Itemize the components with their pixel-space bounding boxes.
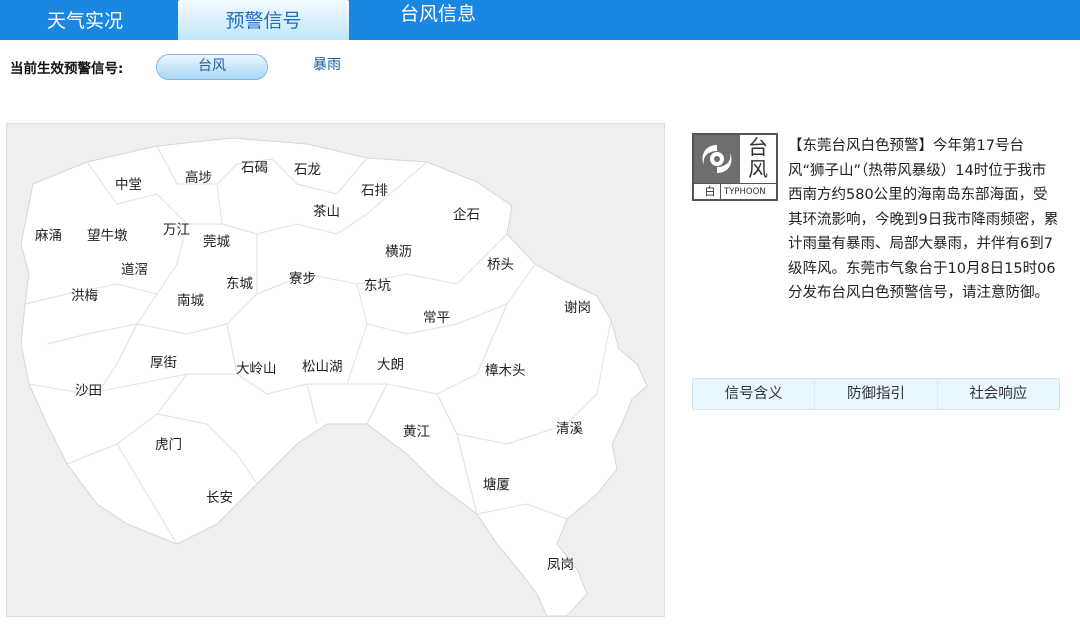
map-place-zhongtang[interactable]: 中堂 — [115, 173, 142, 193]
map-place-machong[interactable]: 麻涌 — [35, 224, 62, 244]
warning-text: 【东莞台风白色预警】今年第17号台风“狮子山”（热带风暴级）14时位于我市西南方… — [788, 138, 1059, 301]
map-place-dongcheng[interactable]: 东城 — [226, 272, 253, 292]
map-place-qingxi[interactable]: 清溪 — [556, 417, 583, 437]
map-place-shilong[interactable]: 石龙 — [294, 158, 321, 178]
info-tabs: 信号含义 防御指引 社会响应 — [692, 378, 1060, 410]
map-place-chashan[interactable]: 茶山 — [313, 200, 340, 220]
map-place-wanjiang[interactable]: 万江 — [163, 218, 190, 238]
tab-warning[interactable]: 预警信号 — [178, 0, 349, 40]
top-nav-bar: 天气实况 预警信号 台风信息 — [0, 0, 1080, 40]
map-place-wangniudun[interactable]: 望牛墩 — [87, 224, 128, 244]
typhoon-white-warning-icon: 台 风 白 TYPHOON — [692, 133, 778, 201]
map-place-liaobu[interactable]: 寮步 — [289, 267, 316, 287]
tab-weather[interactable]: 天气实况 — [0, 1, 170, 41]
rainstorm-signal-link[interactable]: 暴雨 — [313, 54, 341, 76]
map-place-dongkeng[interactable]: 东坑 — [364, 274, 391, 294]
map-place-zhangmutou[interactable]: 樟木头 — [485, 359, 526, 379]
map-place-hengli[interactable]: 横沥 — [385, 240, 412, 260]
map-place-humen[interactable]: 虎门 — [155, 433, 182, 453]
map-place-qishi[interactable]: 企石 — [453, 203, 480, 223]
typhoon-swirl-icon — [694, 135, 740, 183]
map-place-fenggang[interactable]: 凤岗 — [547, 553, 574, 573]
map-place-songshanhu[interactable]: 松山湖 — [302, 355, 343, 375]
map-place-shatian[interactable]: 沙田 — [75, 379, 102, 399]
icon-char-top: 台 — [748, 135, 768, 159]
map-place-shipai[interactable]: 石排 — [361, 179, 388, 199]
map-place-changan[interactable]: 长安 — [206, 486, 233, 506]
map-place-nancheng[interactable]: 南城 — [177, 289, 204, 309]
typhoon-signal-button[interactable]: 台风 — [156, 54, 268, 80]
tab-typhoon[interactable]: 台风信息 — [349, 0, 527, 34]
map-place-huangjiang[interactable]: 黄江 — [403, 420, 430, 440]
map-place-qiaotou[interactable]: 桥头 — [487, 253, 514, 273]
map-place-daojiao[interactable]: 道滘 — [121, 258, 148, 278]
map-place-dalang[interactable]: 大朗 — [377, 353, 404, 373]
icon-en-label: TYPHOON — [724, 187, 766, 197]
map-place-gaobu[interactable]: 高埗 — [185, 166, 212, 186]
tab-defense-guide[interactable]: 防御指引 — [815, 379, 938, 409]
map-place-houjie[interactable]: 厚街 — [150, 351, 177, 371]
signal-options: 台风 暴雨 — [10, 54, 410, 80]
map-place-dalingshan[interactable]: 大岭山 — [236, 357, 277, 377]
tab-signal-meaning[interactable]: 信号含义 — [693, 379, 816, 409]
map-place-shijie[interactable]: 石碣 — [241, 156, 268, 176]
dongguan-map: 中堂 高埗 石碣 石龙 石排 茶山 企石 麻涌 望牛墩 万江 莞城 横沥 桥头 … — [6, 123, 665, 617]
map-place-xiegang[interactable]: 谢岗 — [564, 296, 591, 316]
map-place-guancheng[interactable]: 莞城 — [203, 230, 230, 250]
tab-social-response[interactable]: 社会响应 — [938, 379, 1059, 409]
icon-char-bottom: 风 — [748, 157, 768, 181]
icon-bottom-strip: 白 TYPHOON — [694, 183, 776, 200]
icon-level-char: 白 — [700, 184, 721, 200]
map-place-tangxia[interactable]: 塘厦 — [483, 473, 510, 493]
map-place-hongmei[interactable]: 洪梅 — [71, 284, 98, 304]
map-place-changping[interactable]: 常平 — [423, 306, 450, 326]
